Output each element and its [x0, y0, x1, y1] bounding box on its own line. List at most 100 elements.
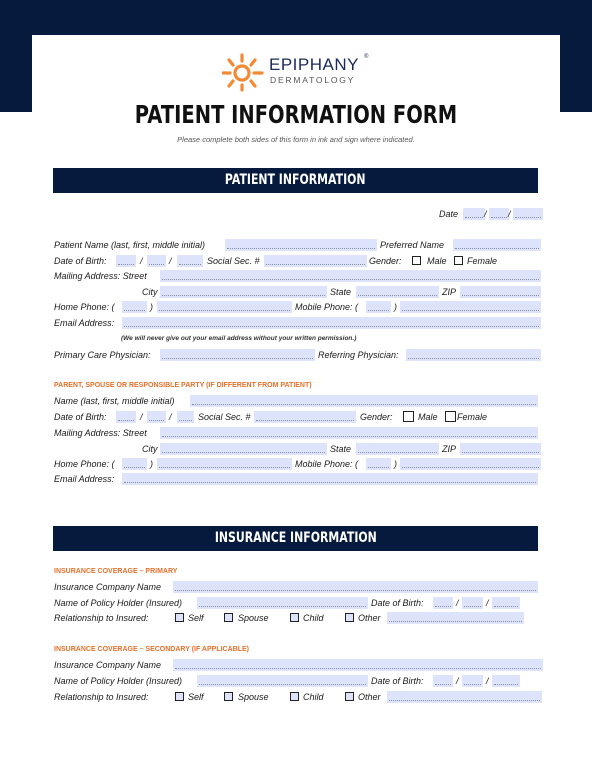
paren: ): [394, 459, 397, 469]
primary-child-label: Child: [303, 613, 324, 623]
female-label: Female: [467, 256, 498, 266]
slash: /: [140, 256, 143, 266]
mobile-phone-field[interactable]: [400, 301, 541, 313]
home-phone-area-field[interactable]: [122, 301, 147, 313]
primary-other-checkbox[interactable]: [345, 613, 354, 622]
slash: /: [140, 412, 143, 422]
mobile-phone-area-field[interactable]: [366, 301, 391, 313]
logo-subtitle: DERMATOLOGY: [270, 75, 356, 85]
rp-dob-month-field[interactable]: [116, 411, 136, 423]
rp-ssn-label: Social Sec. #: [198, 412, 251, 422]
rp-street-label: Mailing Address: Street: [54, 428, 147, 438]
paren: ): [394, 302, 397, 312]
rp-zip-field[interactable]: [460, 443, 541, 455]
primary-dob-day-field[interactable]: [462, 597, 483, 609]
primary-other-field[interactable]: [387, 612, 524, 624]
email-label: Email Address:: [54, 318, 115, 328]
secondary-dob-day-field[interactable]: [462, 675, 483, 687]
zip-label: ZIP: [442, 287, 457, 297]
date-month-field[interactable]: [463, 208, 485, 220]
primary-coverage-heading: INSURANCE COVERAGE – PRIMARY: [54, 568, 178, 575]
secondary-other-field[interactable]: [387, 691, 542, 703]
rp-home-phone-area-field[interactable]: [122, 458, 147, 470]
rp-dob-day-field[interactable]: [147, 411, 166, 423]
rp-home-phone-label: Home Phone: (: [54, 459, 115, 469]
secondary-dob-month-field[interactable]: [433, 675, 453, 687]
rp-male-label: Male: [418, 412, 438, 422]
rp-mobile-phone-field[interactable]: [400, 458, 541, 470]
rp-dob-year-field[interactable]: [177, 411, 194, 423]
city-field[interactable]: [160, 286, 327, 298]
slash: /: [456, 676, 459, 686]
slash: /: [169, 256, 172, 266]
ssn-field[interactable]: [264, 255, 367, 267]
rp-mobile-phone-area-field[interactable]: [366, 458, 391, 470]
rp-city-field[interactable]: [160, 443, 327, 455]
rp-gender-label: Gender:: [360, 412, 393, 422]
dob-month-field[interactable]: [116, 255, 136, 267]
patient-info-title: PATIENT INFORMATION: [225, 172, 366, 188]
secondary-relationship-label: Relationship to Insured:: [54, 692, 149, 702]
street-field[interactable]: [160, 270, 541, 282]
primary-self-label: Self: [188, 613, 204, 623]
secondary-holder-field[interactable]: [197, 675, 368, 687]
paren: ): [150, 302, 153, 312]
dob-day-field[interactable]: [147, 255, 166, 267]
home-phone-field[interactable]: [157, 301, 292, 313]
primary-spouse-label: Spouse: [238, 613, 269, 623]
secondary-company-label: Insurance Company Name: [54, 660, 162, 670]
patient-name-field[interactable]: [225, 239, 377, 251]
rp-state-field[interactable]: [356, 443, 439, 455]
rp-ssn-field[interactable]: [254, 411, 356, 423]
primary-holder-field[interactable]: [197, 597, 368, 609]
rp-home-phone-field[interactable]: [157, 458, 292, 470]
slash: /: [456, 598, 459, 608]
rp-female-label: Female: [457, 412, 488, 422]
date-year-field[interactable]: [513, 208, 543, 220]
email-privacy-note: (We will never give out your email addre…: [121, 335, 357, 342]
secondary-coverage-heading: INSURANCE COVERAGE – SECONDARY (IF APPLI…: [54, 646, 249, 653]
insurance-info-title: INSURANCE INFORMATION: [214, 530, 377, 546]
secondary-child-checkbox[interactable]: [290, 692, 299, 701]
preferred-name-field[interactable]: [453, 239, 541, 251]
primary-company-label: Insurance Company Name: [54, 582, 162, 592]
state-field[interactable]: [356, 286, 439, 298]
primary-dob-year-field[interactable]: [492, 597, 520, 609]
primary-self-checkbox[interactable]: [175, 613, 184, 622]
insurance-info-header: INSURANCE INFORMATION: [53, 526, 538, 551]
primary-child-checkbox[interactable]: [290, 613, 299, 622]
secondary-self-checkbox[interactable]: [175, 692, 184, 701]
rp-female-checkbox[interactable]: [445, 411, 456, 422]
pcp-field[interactable]: [160, 349, 315, 361]
rp-dob-label: Date of Birth:: [54, 412, 107, 422]
zip-field[interactable]: [460, 286, 541, 298]
date-label: Date: [439, 209, 459, 219]
female-checkbox[interactable]: [454, 256, 463, 265]
primary-other-label: Other: [358, 613, 381, 623]
referring-field[interactable]: [406, 349, 541, 361]
patient-info-header: PATIENT INFORMATION: [53, 168, 538, 193]
secondary-spouse-checkbox[interactable]: [224, 692, 233, 701]
rp-male-checkbox[interactable]: [403, 411, 414, 422]
sun-icon: [222, 53, 264, 92]
email-field[interactable]: [122, 317, 541, 329]
male-checkbox[interactable]: [412, 256, 421, 265]
secondary-dob-year-field[interactable]: [492, 675, 520, 687]
rp-name-field[interactable]: [190, 395, 538, 407]
primary-company-field[interactable]: [173, 581, 538, 593]
street-label: Mailing Address: Street: [54, 271, 147, 281]
secondary-other-checkbox[interactable]: [345, 692, 354, 701]
secondary-company-field[interactable]: [173, 659, 543, 671]
date-day-field[interactable]: [489, 208, 509, 220]
rp-zip-label: ZIP: [442, 444, 457, 454]
slash: /: [169, 412, 172, 422]
ssn-label: Social Sec. #: [207, 256, 260, 266]
rp-email-field[interactable]: [122, 473, 538, 485]
rp-street-field[interactable]: [160, 427, 538, 439]
preferred-name-label: Preferred Name: [380, 240, 445, 250]
dob-year-field[interactable]: [177, 255, 203, 267]
primary-spouse-checkbox[interactable]: [224, 613, 233, 622]
rp-mobile-phone-label: Mobile Phone: (: [295, 459, 359, 469]
responsible-party-heading: PARENT, SPOUSE OR RESPONSIBLE PARTY (IF …: [54, 382, 312, 389]
primary-dob-month-field[interactable]: [433, 597, 453, 609]
